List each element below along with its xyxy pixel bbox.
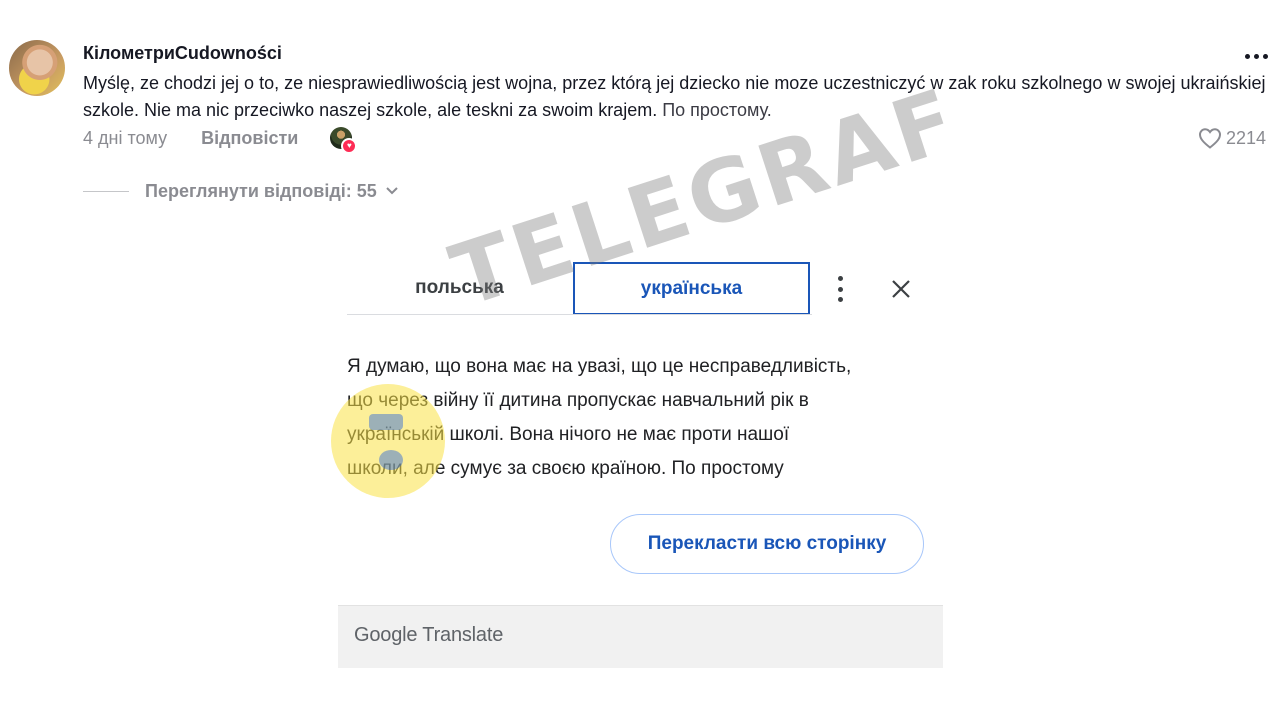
creator-liked-avatar: ♥ xyxy=(330,127,358,154)
reply-button[interactable]: Відповісти xyxy=(201,128,298,149)
translate-whole-page-button[interactable]: Перекласти всю сторінку xyxy=(610,514,924,574)
translation-text: Я думаю, що вона має на увазі, що це нес… xyxy=(347,350,947,486)
view-replies-label: Переглянути відповіді: 55 xyxy=(145,180,377,201)
comment-text: Myślę, ze chodzi jej o to, ze niesprawie… xyxy=(83,70,1268,124)
comment-text-tail: По простому. xyxy=(657,100,772,120)
translation-line: що через війну її дитина пропускає навча… xyxy=(347,390,809,411)
translate-language-tabs: польська українська xyxy=(347,262,937,316)
close-icon[interactable] xyxy=(890,278,912,300)
comment-username[interactable]: КілометриCudowności xyxy=(83,43,282,64)
comment-meta: 4 дні тому Відповісти ♥ xyxy=(83,126,358,154)
comment-item: КілометриCudowności Myślę, ze chodzi jej… xyxy=(0,0,1280,210)
more-options-icon[interactable] xyxy=(1240,46,1272,66)
replies-divider xyxy=(83,190,129,192)
comment-date: 4 дні тому xyxy=(83,127,168,148)
chevron-down-icon xyxy=(386,187,398,195)
avatar[interactable] xyxy=(9,40,65,96)
translation-line: українській школі. Вона нічого не має пр… xyxy=(347,424,790,445)
google-translate-logo[interactable]: Google Translate xyxy=(354,624,503,647)
like-button[interactable]: 2214 xyxy=(1198,125,1266,151)
translation-line: Я думаю, що вона має на увазі, що це нес… xyxy=(347,356,852,377)
heart-icon xyxy=(1198,128,1222,149)
tab-target-language[interactable]: українська xyxy=(573,262,810,315)
tabs-divider xyxy=(347,314,812,315)
google-translate-footer: Google Translate xyxy=(338,605,943,668)
heart-badge-icon: ♥ xyxy=(341,138,358,154)
view-replies-button[interactable]: Переглянути відповіді: 55 xyxy=(83,179,399,203)
translation-line: школи, але сумує за своєю країною. По пр… xyxy=(347,458,784,479)
translate-options-icon[interactable] xyxy=(835,276,845,302)
like-count: 2214 xyxy=(1226,127,1267,148)
tab-source-language[interactable]: польська xyxy=(347,262,572,314)
